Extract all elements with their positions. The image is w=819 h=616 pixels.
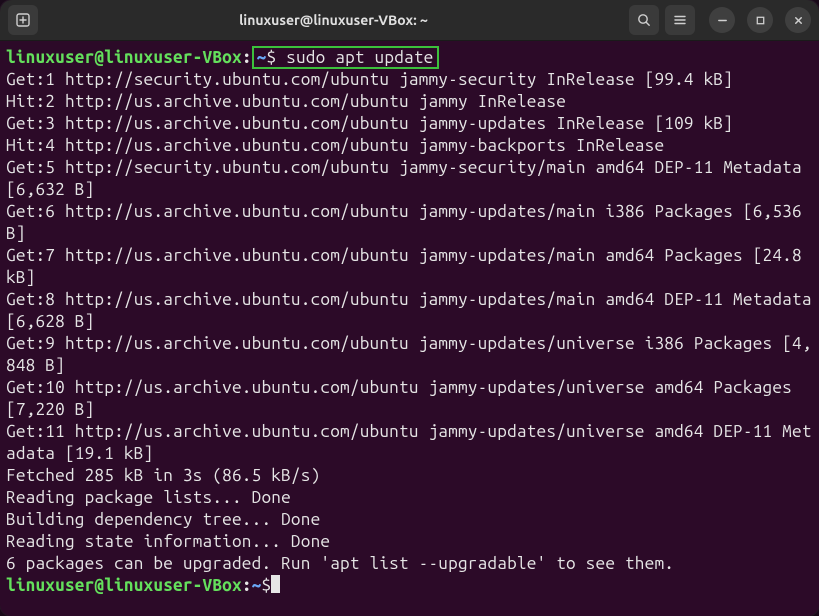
close-button[interactable] [785, 7, 811, 33]
maximize-icon [755, 15, 766, 26]
search-icon [636, 12, 652, 28]
prompt-symbol: $ [266, 48, 286, 67]
prompt-path: ~ [257, 48, 267, 67]
close-icon [793, 15, 804, 26]
minimize-icon [717, 15, 728, 26]
terminal-window: linuxuser@linuxuser-VBox: ~ linuxuser@li… [0, 0, 819, 616]
prompt-colon-2: : [242, 576, 252, 595]
minimize-button[interactable] [709, 7, 735, 33]
terminal-output: Get:1 http://security.ubuntu.com/ubuntu … [6, 70, 819, 573]
prompt-symbol-2: $ [261, 576, 271, 595]
new-tab-button[interactable] [8, 5, 38, 35]
terminal-body[interactable]: linuxuser@linuxuser-VBox:~$ sudo apt upd… [0, 41, 819, 616]
titlebar: linuxuser@linuxuser-VBox: ~ [0, 0, 819, 41]
command-text: sudo apt update [286, 48, 433, 67]
window-title: linuxuser@linuxuser-VBox: ~ [44, 12, 623, 28]
menu-button[interactable] [665, 5, 695, 35]
new-tab-icon [15, 12, 31, 28]
cursor [271, 575, 280, 593]
maximize-button[interactable] [747, 7, 773, 33]
window-controls [709, 7, 811, 33]
command-highlight: ~$ sudo apt update [252, 46, 439, 69]
prompt-colon: : [242, 48, 252, 67]
prompt-path-2: ~ [252, 576, 262, 595]
hamburger-icon [672, 12, 688, 28]
prompt-user-2: linuxuser@linuxuser-VBox [6, 576, 242, 595]
prompt-user: linuxuser@linuxuser-VBox [6, 48, 242, 67]
search-button[interactable] [629, 5, 659, 35]
